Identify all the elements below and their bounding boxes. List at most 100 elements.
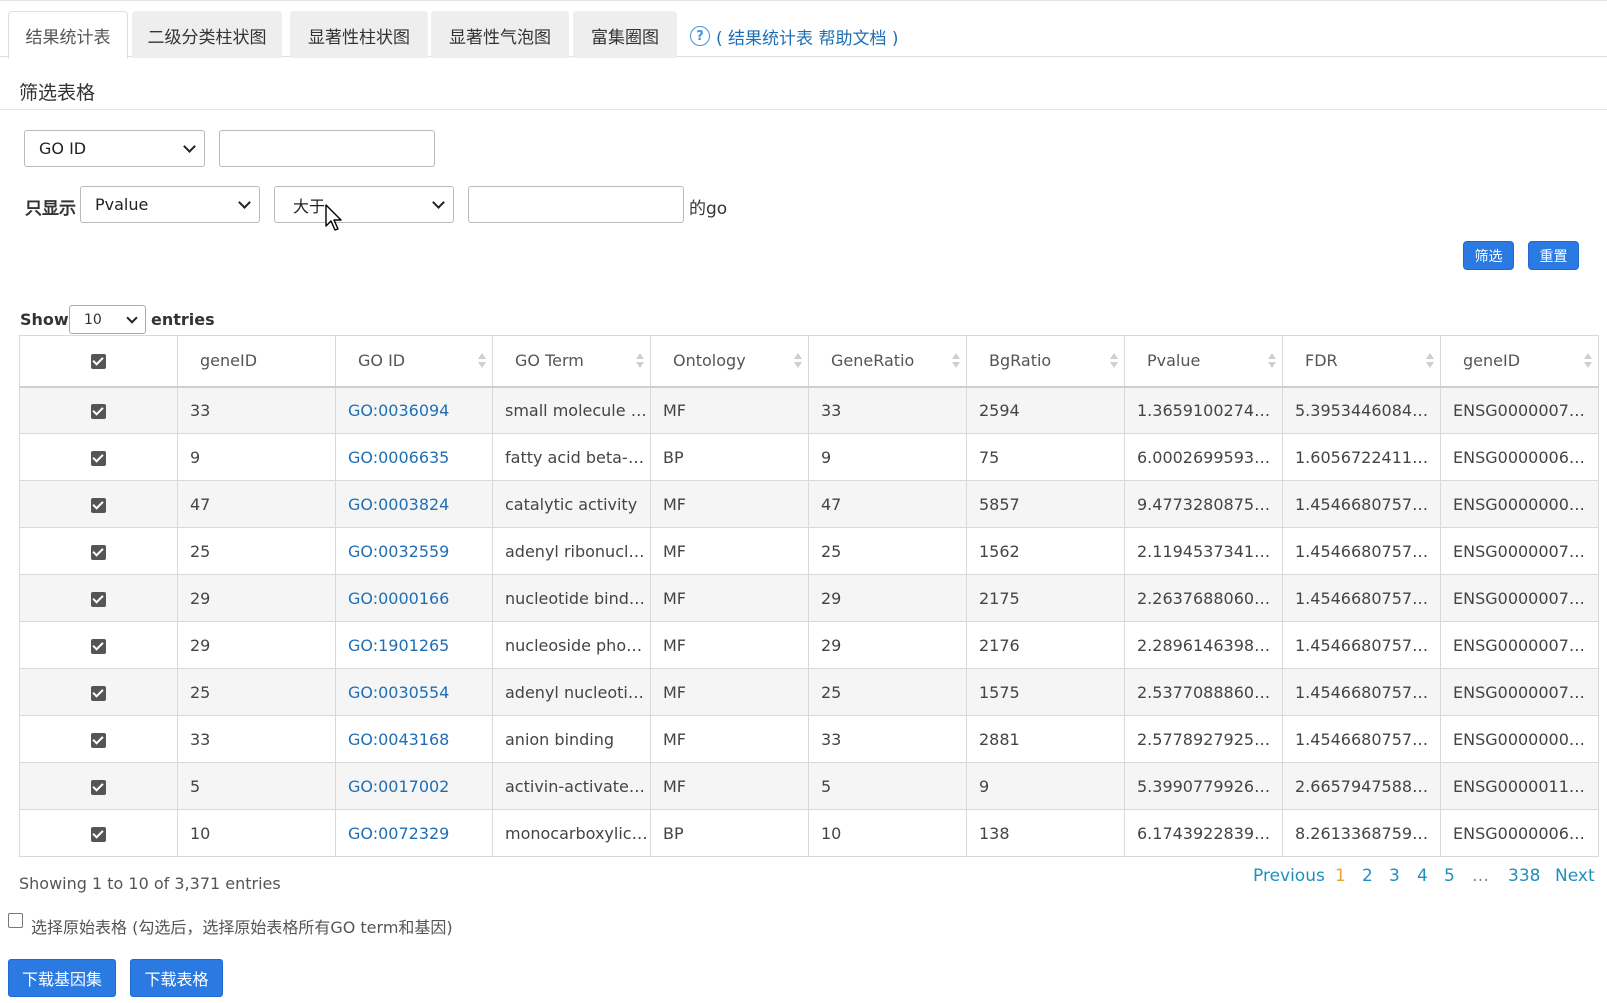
table-row: 5 GO:0017002 activin-activated receptor ac… — [19, 762, 1599, 810]
original-table-label: 选择原始表格 (勾选后，选择原始表格所有GO term和基因) — [31, 918, 453, 937]
row-checkbox[interactable] — [90, 591, 106, 607]
table-cell: GO:0003824 — [335, 480, 493, 528]
go-id-link[interactable]: GO:0000166 — [348, 589, 449, 608]
go-id-link[interactable]: GO:0032559 — [348, 542, 449, 561]
cell-value: 1.4546680757… — [1295, 541, 1429, 561]
tab-result-table[interactable]: 结果统计表 — [8, 11, 128, 59]
pagination-page[interactable]: 4 — [1417, 866, 1428, 886]
pagination-next[interactable]: Next — [1555, 866, 1595, 886]
cell-value: 25 — [190, 541, 211, 561]
row-checkbox[interactable] — [90, 497, 106, 513]
row-checkbox[interactable] — [90, 779, 106, 795]
column-header[interactable]: Pvalue — [1124, 335, 1283, 388]
row-checkbox[interactable] — [90, 638, 106, 654]
row-checkbox[interactable] — [90, 826, 106, 842]
table-cell: 2881 — [966, 715, 1125, 763]
column-header[interactable]: GO Term — [492, 335, 651, 388]
table-cell: GO:0030554 — [335, 668, 493, 716]
pagination-page[interactable]: 2 — [1362, 866, 1373, 886]
row-checkbox[interactable] — [90, 403, 106, 419]
tab-secondary-bar-chart[interactable]: 二级分类柱状图 — [132, 11, 282, 58]
column-header[interactable]: GO ID — [335, 335, 493, 388]
go-id-link[interactable]: GO:1901265 — [348, 636, 449, 655]
tab-significance-bar-chart[interactable]: 显著性柱状图 — [290, 11, 428, 58]
table-cell: fatty acid beta-oxidation — [492, 433, 651, 481]
row-checkbox[interactable] — [90, 544, 106, 560]
go-id-link[interactable]: GO:0072329 — [348, 824, 449, 843]
operator-select[interactable]: 大于 — [274, 186, 454, 223]
table-cell: 5857 — [966, 480, 1125, 528]
go-id-link[interactable]: GO:0006635 — [348, 448, 449, 467]
row-select-cell — [19, 762, 178, 810]
page-length-select[interactable]: 10 — [69, 305, 146, 334]
pagination-page[interactable]: 3 — [1389, 866, 1400, 886]
metric-select[interactable]: Pvalue — [80, 186, 260, 223]
pagination-page[interactable]: 5 — [1444, 866, 1455, 886]
table-info: Showing 1 to 10 of 3,371 entries — [19, 874, 281, 893]
cell-value: 2175 — [979, 588, 1020, 608]
cell-value: 33 — [821, 729, 842, 749]
table-cell: ENSG0000007… — [1440, 527, 1599, 575]
threshold-input[interactable] — [468, 186, 684, 223]
download-table-button[interactable]: 下载表格 — [130, 959, 223, 997]
column-header[interactable]: geneID — [177, 335, 336, 388]
column-header[interactable]: BgRatio — [966, 335, 1125, 388]
sort-icon — [478, 353, 486, 371]
table-cell: 10 — [808, 809, 967, 857]
cell-value: ENSG0000006… — [1453, 447, 1585, 467]
go-id-link[interactable]: GO:0003824 — [348, 495, 449, 514]
filter-button[interactable]: 筛选 — [1463, 241, 1514, 270]
table-row: 29 GO:0000166 nucleotide binding MF 29 2175 2.… — [19, 574, 1599, 622]
column-header[interactable]: geneID — [1440, 335, 1599, 388]
go-id-link[interactable]: GO:0036094 — [348, 401, 449, 420]
original-table-checkbox[interactable] — [8, 913, 23, 928]
go-id-link[interactable]: GO:0017002 — [348, 777, 449, 796]
table-row: 25 GO:0030554 adenyl nucleotide binding MF 2… — [19, 668, 1599, 716]
tab-significance-bubble-chart[interactable]: 显著性气泡图 — [431, 11, 569, 58]
cell-value: 2.1194537341… — [1137, 541, 1271, 561]
table-cell: 33 — [177, 715, 336, 763]
download-genes-button[interactable]: 下载基因集 — [8, 959, 116, 997]
question-icon: ? — [690, 26, 710, 46]
column-header[interactable]: FDR — [1282, 335, 1441, 388]
cell-value: 2.6657947588… — [1295, 776, 1429, 796]
row-checkbox[interactable] — [90, 450, 106, 466]
cell-value: 5 — [821, 776, 832, 796]
field-select[interactable]: GO ID — [24, 130, 205, 167]
table-cell: 33 — [808, 715, 967, 763]
row-select-cell — [19, 527, 178, 575]
row-checkbox[interactable] — [90, 685, 106, 701]
table-cell: GO:0000166 — [335, 574, 493, 622]
cell-value: 2.5778927925… — [1137, 729, 1271, 749]
help-link[interactable]: ? ( 结果统计表 帮助文档 ) — [690, 23, 898, 49]
table-cell: 1.6056722411… — [1282, 433, 1441, 481]
column-header[interactable]: Ontology — [650, 335, 809, 388]
cell-value: nucleoside phosphate binding — [505, 635, 650, 655]
table-cell: 2.2896146398… — [1124, 621, 1283, 669]
go-id-link[interactable]: GO:0043168 — [348, 730, 449, 749]
chevron-down-icon — [238, 196, 251, 209]
table-cell: GO:0017002 — [335, 762, 493, 810]
tab-enrichment-circle-chart[interactable]: 富集圈图 — [573, 11, 677, 58]
pagination-page-last[interactable]: 338 — [1508, 866, 1540, 886]
cell-value: ENSG0000007… — [1453, 541, 1585, 561]
pagination-previous[interactable]: Previous — [1253, 866, 1325, 886]
cell-value: 2594 — [979, 400, 1020, 420]
table-cell: 6.1743922839… — [1124, 809, 1283, 857]
reset-button[interactable]: 重置 — [1528, 241, 1579, 270]
table-cell: 1562 — [966, 527, 1125, 575]
cell-value: fatty acid beta-oxidation — [505, 447, 650, 467]
table-cell: nucleotide binding — [492, 574, 651, 622]
field-search-input[interactable] — [219, 130, 435, 167]
table-cell: 75 — [966, 433, 1125, 481]
table-cell: 1.4546680757… — [1282, 668, 1441, 716]
cell-value: 5.3953446084… — [1295, 400, 1429, 420]
table-cell: 5.3990779926… — [1124, 762, 1283, 810]
cell-value: 29 — [190, 635, 211, 655]
select-all-checkbox[interactable] — [90, 354, 106, 370]
row-checkbox[interactable] — [90, 732, 106, 748]
cell-value: ENSG0000000… — [1453, 729, 1585, 749]
filter-title: 筛选表格 — [19, 82, 96, 104]
go-id-link[interactable]: GO:0030554 — [348, 683, 449, 702]
column-header[interactable]: GeneRatio — [808, 335, 967, 388]
